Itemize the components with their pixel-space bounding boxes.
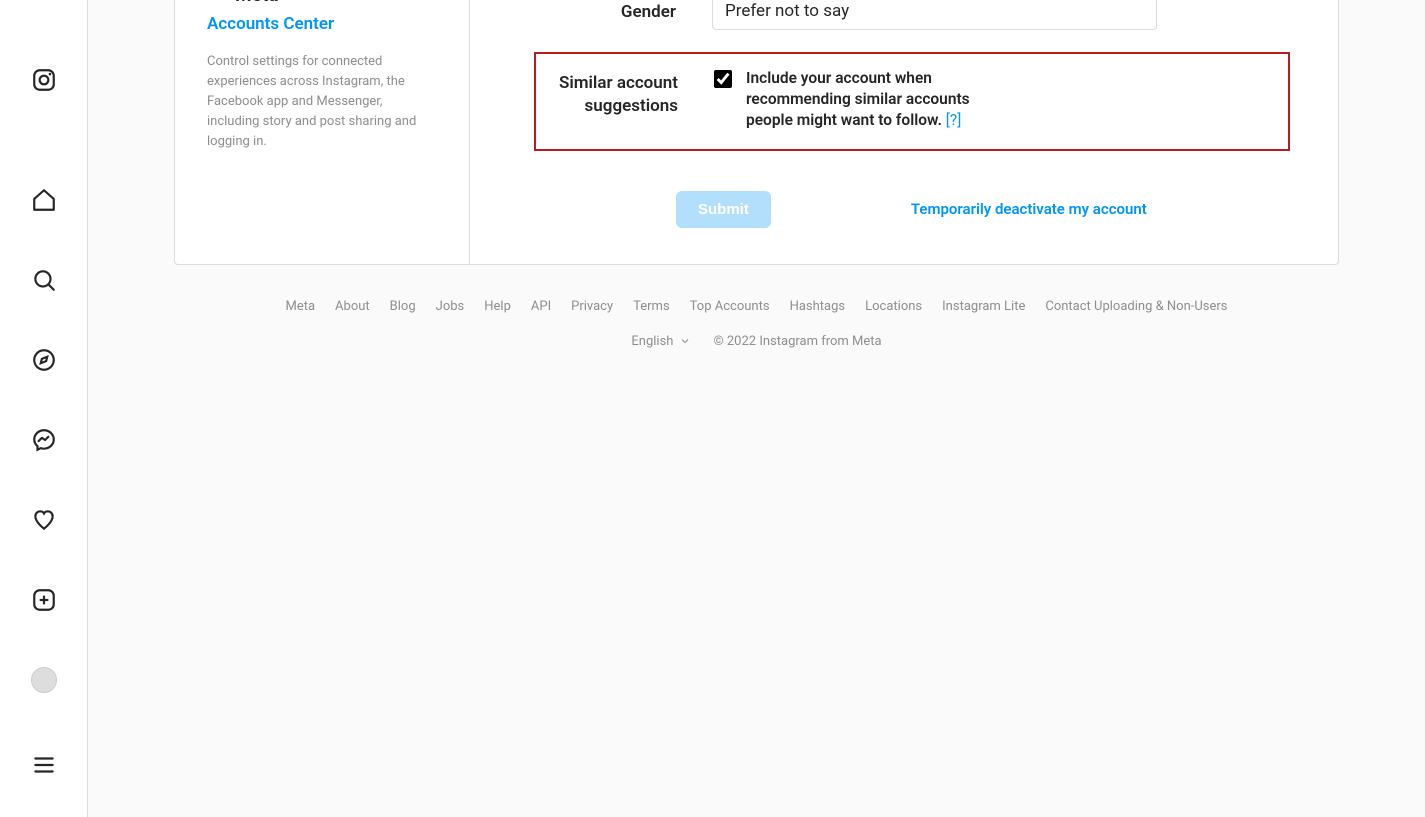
footer-link[interactable]: Privacy xyxy=(571,299,613,314)
footer-link[interactable]: Contact Uploading & Non-Users xyxy=(1045,299,1227,314)
footer-link[interactable]: API xyxy=(531,299,551,314)
gender-field[interactable] xyxy=(712,0,1157,30)
settings-sidebar: Supervision Login activity Emails from I… xyxy=(175,0,470,264)
footer-link[interactable]: Meta xyxy=(285,299,315,314)
footer-link[interactable]: Jobs xyxy=(436,299,465,314)
settings-main: app and edit your profile to change the … xyxy=(470,0,1338,264)
similar-label-line1: Similar account xyxy=(559,73,678,93)
similar-label-line2: suggestions xyxy=(585,96,678,116)
footer-link[interactable]: About xyxy=(335,299,370,314)
profile-avatar[interactable] xyxy=(20,656,68,704)
similar-accounts-label: Include your account when recommending s… xyxy=(746,68,1014,131)
left-nav-rail xyxy=(0,0,88,817)
menu-icon[interactable] xyxy=(20,741,68,789)
similar-accounts-checkbox[interactable] xyxy=(714,70,732,88)
footer-link[interactable]: Locations xyxy=(865,299,922,314)
copyright-text: © 2022 Instagram from Meta xyxy=(713,334,881,349)
messenger-icon[interactable] xyxy=(20,416,68,464)
meta-logo: Meta xyxy=(207,0,437,6)
footer-link[interactable]: Blog xyxy=(390,299,416,314)
meta-description: Control settings for connected experienc… xyxy=(207,52,437,153)
deactivate-link[interactable]: Temporarily deactivate my account xyxy=(911,200,1147,218)
footer-link[interactable]: Terms xyxy=(633,299,670,314)
gender-label: Gender xyxy=(542,0,712,22)
footer-link[interactable]: Help xyxy=(484,299,511,314)
search-icon[interactable] xyxy=(20,256,68,304)
accounts-center-link[interactable]: Accounts Center xyxy=(207,14,437,34)
footer-link[interactable]: Hashtags xyxy=(790,299,846,314)
heart-icon[interactable] xyxy=(20,496,68,544)
submit-button[interactable]: Submit xyxy=(676,191,771,228)
create-icon[interactable] xyxy=(20,576,68,624)
settings-panel: Supervision Login activity Emails from I… xyxy=(174,0,1339,265)
footer-links: Meta About Blog Jobs Help API Privacy Te… xyxy=(174,299,1339,314)
meta-logo-text: Meta xyxy=(235,0,278,6)
language-selector[interactable]: English xyxy=(631,334,691,349)
footer-link[interactable]: Top Accounts xyxy=(690,299,770,314)
home-icon[interactable] xyxy=(20,176,68,224)
instagram-logo-icon[interactable] xyxy=(20,56,68,104)
explore-icon[interactable] xyxy=(20,336,68,384)
similar-help-link[interactable]: [?] xyxy=(946,111,962,129)
footer-link[interactable]: Instagram Lite xyxy=(942,299,1025,314)
similar-account-highlight: Similar account suggestions Include your… xyxy=(534,52,1290,151)
page-footer: Meta About Blog Jobs Help API Privacy Te… xyxy=(174,265,1339,409)
